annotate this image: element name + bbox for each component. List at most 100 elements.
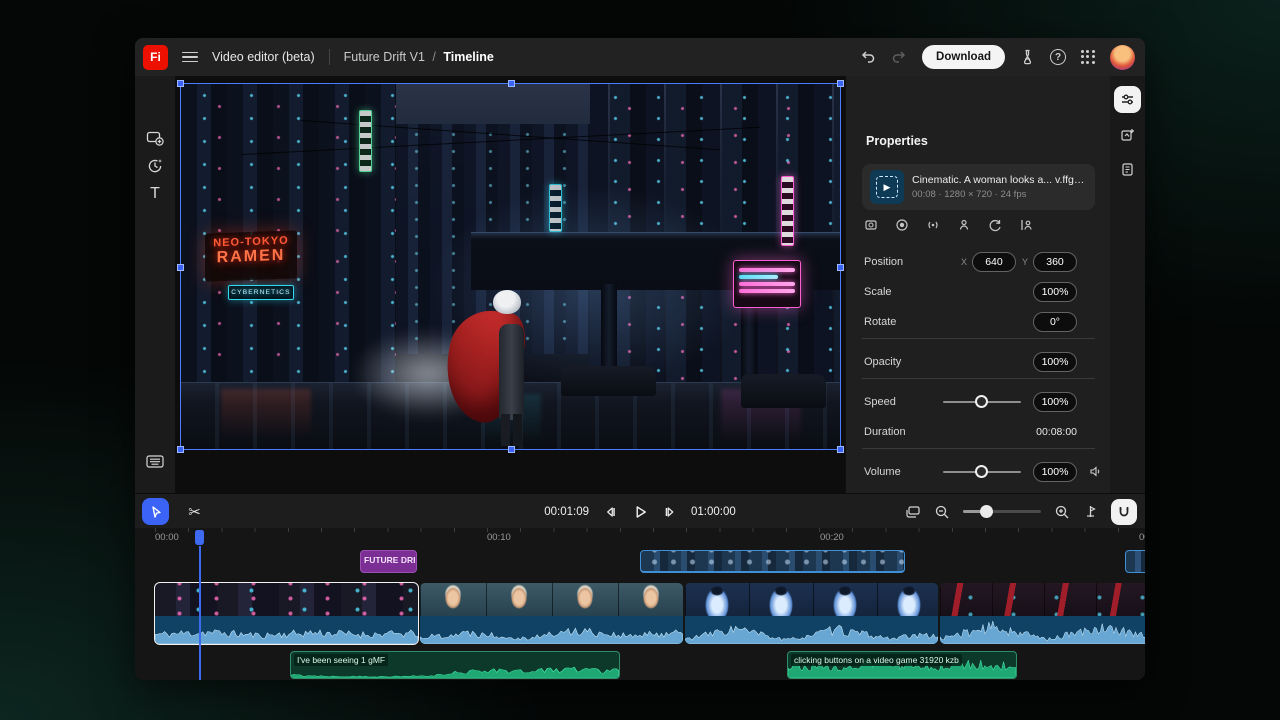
video-frame-content: NEO-TOKYO RAMEN CYBERNETICS: [181, 84, 840, 449]
selection-handle-w[interactable]: [177, 264, 184, 271]
ruler-label-20: 00:20: [820, 532, 844, 543]
fit-timeline-icon[interactable]: [905, 505, 921, 519]
scene-neon-vertical-sign-green: [359, 110, 372, 172]
snap-magnet-button[interactable]: [1111, 499, 1137, 525]
video-clip-2[interactable]: [420, 583, 683, 644]
breadcrumb-project[interactable]: Future Drift V1: [344, 50, 425, 64]
text-tool-icon[interactable]: T: [135, 180, 175, 208]
sfx-clip-2[interactable]: clicking buttons on a video game 31920 k…: [787, 651, 1017, 679]
audio-channels-icon[interactable]: [926, 218, 940, 232]
y-axis-label: Y: [1022, 257, 1028, 267]
clip-card[interactable]: ▶ Cinematic. A woman looks a... v.ffgenv…: [862, 164, 1095, 210]
speaker-icon[interactable]: [1089, 465, 1102, 478]
generate-clock-icon[interactable]: [135, 152, 175, 180]
help-icon[interactable]: ?: [1050, 49, 1066, 65]
clip-title: Cinematic. A woman looks a... v.ffgenvid: [912, 174, 1087, 186]
filmstrip-clip-fragment[interactable]: [1125, 550, 1145, 573]
volume-row: Volume 100%: [846, 458, 1111, 485]
properties-panel: Properties ▶ Cinematic. A woman looks a.…: [845, 76, 1110, 493]
opacity-label: Opacity: [864, 356, 1033, 368]
scene-cybernetics-sign: CYBERNETICS: [228, 285, 294, 300]
playhead-handle[interactable]: [195, 530, 204, 545]
position-x-field[interactable]: 640: [972, 252, 1016, 272]
ruler-label-30: 00:30: [1139, 532, 1145, 543]
position-y-field[interactable]: 360: [1033, 252, 1077, 272]
scene-neon-vertical-sign-pink: [781, 176, 794, 246]
filmstrip-clip[interactable]: [640, 550, 905, 573]
selection-handle-se[interactable]: [837, 446, 844, 453]
select-tool-button[interactable]: [142, 498, 169, 525]
zoom-slider-thumb[interactable]: [980, 505, 993, 518]
split-tool-icon[interactable]: ✂: [181, 498, 208, 525]
timeline-ruler[interactable]: 00:00 00:10 00:20 00:30: [135, 528, 1145, 548]
ramen-sign-line2: RAMEN: [205, 246, 297, 267]
video-clip-4[interactable]: [940, 583, 1145, 644]
selection-handle-s[interactable]: [508, 446, 515, 453]
ruler-label-10: 00:10: [487, 532, 511, 543]
volume-field[interactable]: 100%: [1033, 462, 1077, 482]
speed-slider-thumb[interactable]: [975, 395, 988, 408]
avatar[interactable]: [1110, 45, 1135, 70]
video-clip-3[interactable]: [685, 583, 938, 644]
undo-icon[interactable]: [860, 49, 876, 65]
video-canvas[interactable]: NEO-TOKYO RAMEN CYBERNETICS: [181, 84, 840, 449]
playhead-line[interactable]: [199, 546, 201, 680]
speed-slider[interactable]: [943, 401, 1021, 403]
app-window: Fi Video editor (beta) Future Drift V1 /…: [135, 38, 1145, 680]
firefly-logo[interactable]: Fi: [143, 45, 168, 70]
timeline-zoom-slider[interactable]: [963, 510, 1041, 513]
volume-slider-thumb[interactable]: [975, 465, 988, 478]
rotate-field[interactable]: 0°: [1033, 312, 1077, 332]
script-panel-icon[interactable]: [1114, 156, 1141, 183]
hamburger-menu-icon[interactable]: [182, 49, 198, 66]
text-clip[interactable]: FUTURE DRII: [360, 550, 417, 573]
volume-slider[interactable]: [943, 471, 1021, 473]
add-scene-icon[interactable]: [1114, 121, 1141, 148]
flag-person-icon[interactable]: [1019, 218, 1033, 232]
prev-frame-icon[interactable]: [603, 505, 618, 519]
keyboard-shortcuts-icon[interactable]: [135, 447, 175, 475]
person-icon[interactable]: [957, 218, 971, 232]
ruler-label-0: 00:00: [155, 532, 179, 543]
scene-ramen-sign: NEO-TOKYO RAMEN: [205, 230, 297, 281]
speed-field[interactable]: 100%: [1033, 392, 1077, 412]
breadcrumb-current: Timeline: [443, 50, 493, 64]
selection-handle-n[interactable]: [508, 80, 515, 87]
scene-car: [561, 366, 656, 396]
playhead-snap-icon[interactable]: [1083, 504, 1098, 519]
properties-tab-icon[interactable]: [1114, 86, 1141, 113]
opacity-field[interactable]: 100%: [1033, 352, 1077, 372]
total-timecode: 01:00:00: [691, 506, 736, 518]
zoom-out-icon[interactable]: [934, 504, 950, 520]
crop-icon[interactable]: [864, 218, 878, 232]
video-clip-1[interactable]: [155, 583, 418, 644]
breadcrumb[interactable]: Future Drift V1 / Timeline: [344, 50, 494, 64]
transport-controls: 00:01:09 01:00:00: [544, 494, 736, 529]
play-icon[interactable]: [632, 504, 648, 520]
scale-field[interactable]: 100%: [1033, 282, 1077, 302]
sfx-clip-1[interactable]: I've been seeing 1 gMF: [290, 651, 620, 679]
scale-row: Scale 100%: [846, 278, 1111, 305]
duration-value: 00:08:00: [1036, 426, 1077, 438]
download-button[interactable]: Download: [922, 45, 1005, 69]
record-icon[interactable]: [895, 218, 909, 232]
app-title: Video editor (beta): [212, 50, 315, 64]
zoom-in-icon[interactable]: [1054, 504, 1070, 520]
track-sfx: I've been seeing 1 gMF clicking buttons …: [135, 651, 1145, 679]
apps-grid-icon[interactable]: [1081, 50, 1095, 64]
selection-handle-ne[interactable]: [837, 80, 844, 87]
x-axis-label: X: [961, 257, 967, 267]
track-video: [135, 583, 1145, 644]
rotate-label: Rotate: [864, 316, 1033, 328]
selection-handle-sw[interactable]: [177, 446, 184, 453]
timeline: 00:00 00:10 00:20 00:30 FUTURE DRII: [135, 528, 1145, 680]
redo-icon[interactable]: [891, 49, 907, 65]
selection-handle-nw[interactable]: [177, 80, 184, 87]
breadcrumb-separator: /: [432, 50, 435, 64]
speed-row: Speed 100%: [846, 388, 1111, 415]
rotate-icon[interactable]: [988, 218, 1002, 232]
selection-handle-e[interactable]: [837, 264, 844, 271]
add-media-icon[interactable]: [135, 124, 175, 152]
beaker-icon[interactable]: [1020, 49, 1035, 65]
next-frame-icon[interactable]: [662, 505, 677, 519]
